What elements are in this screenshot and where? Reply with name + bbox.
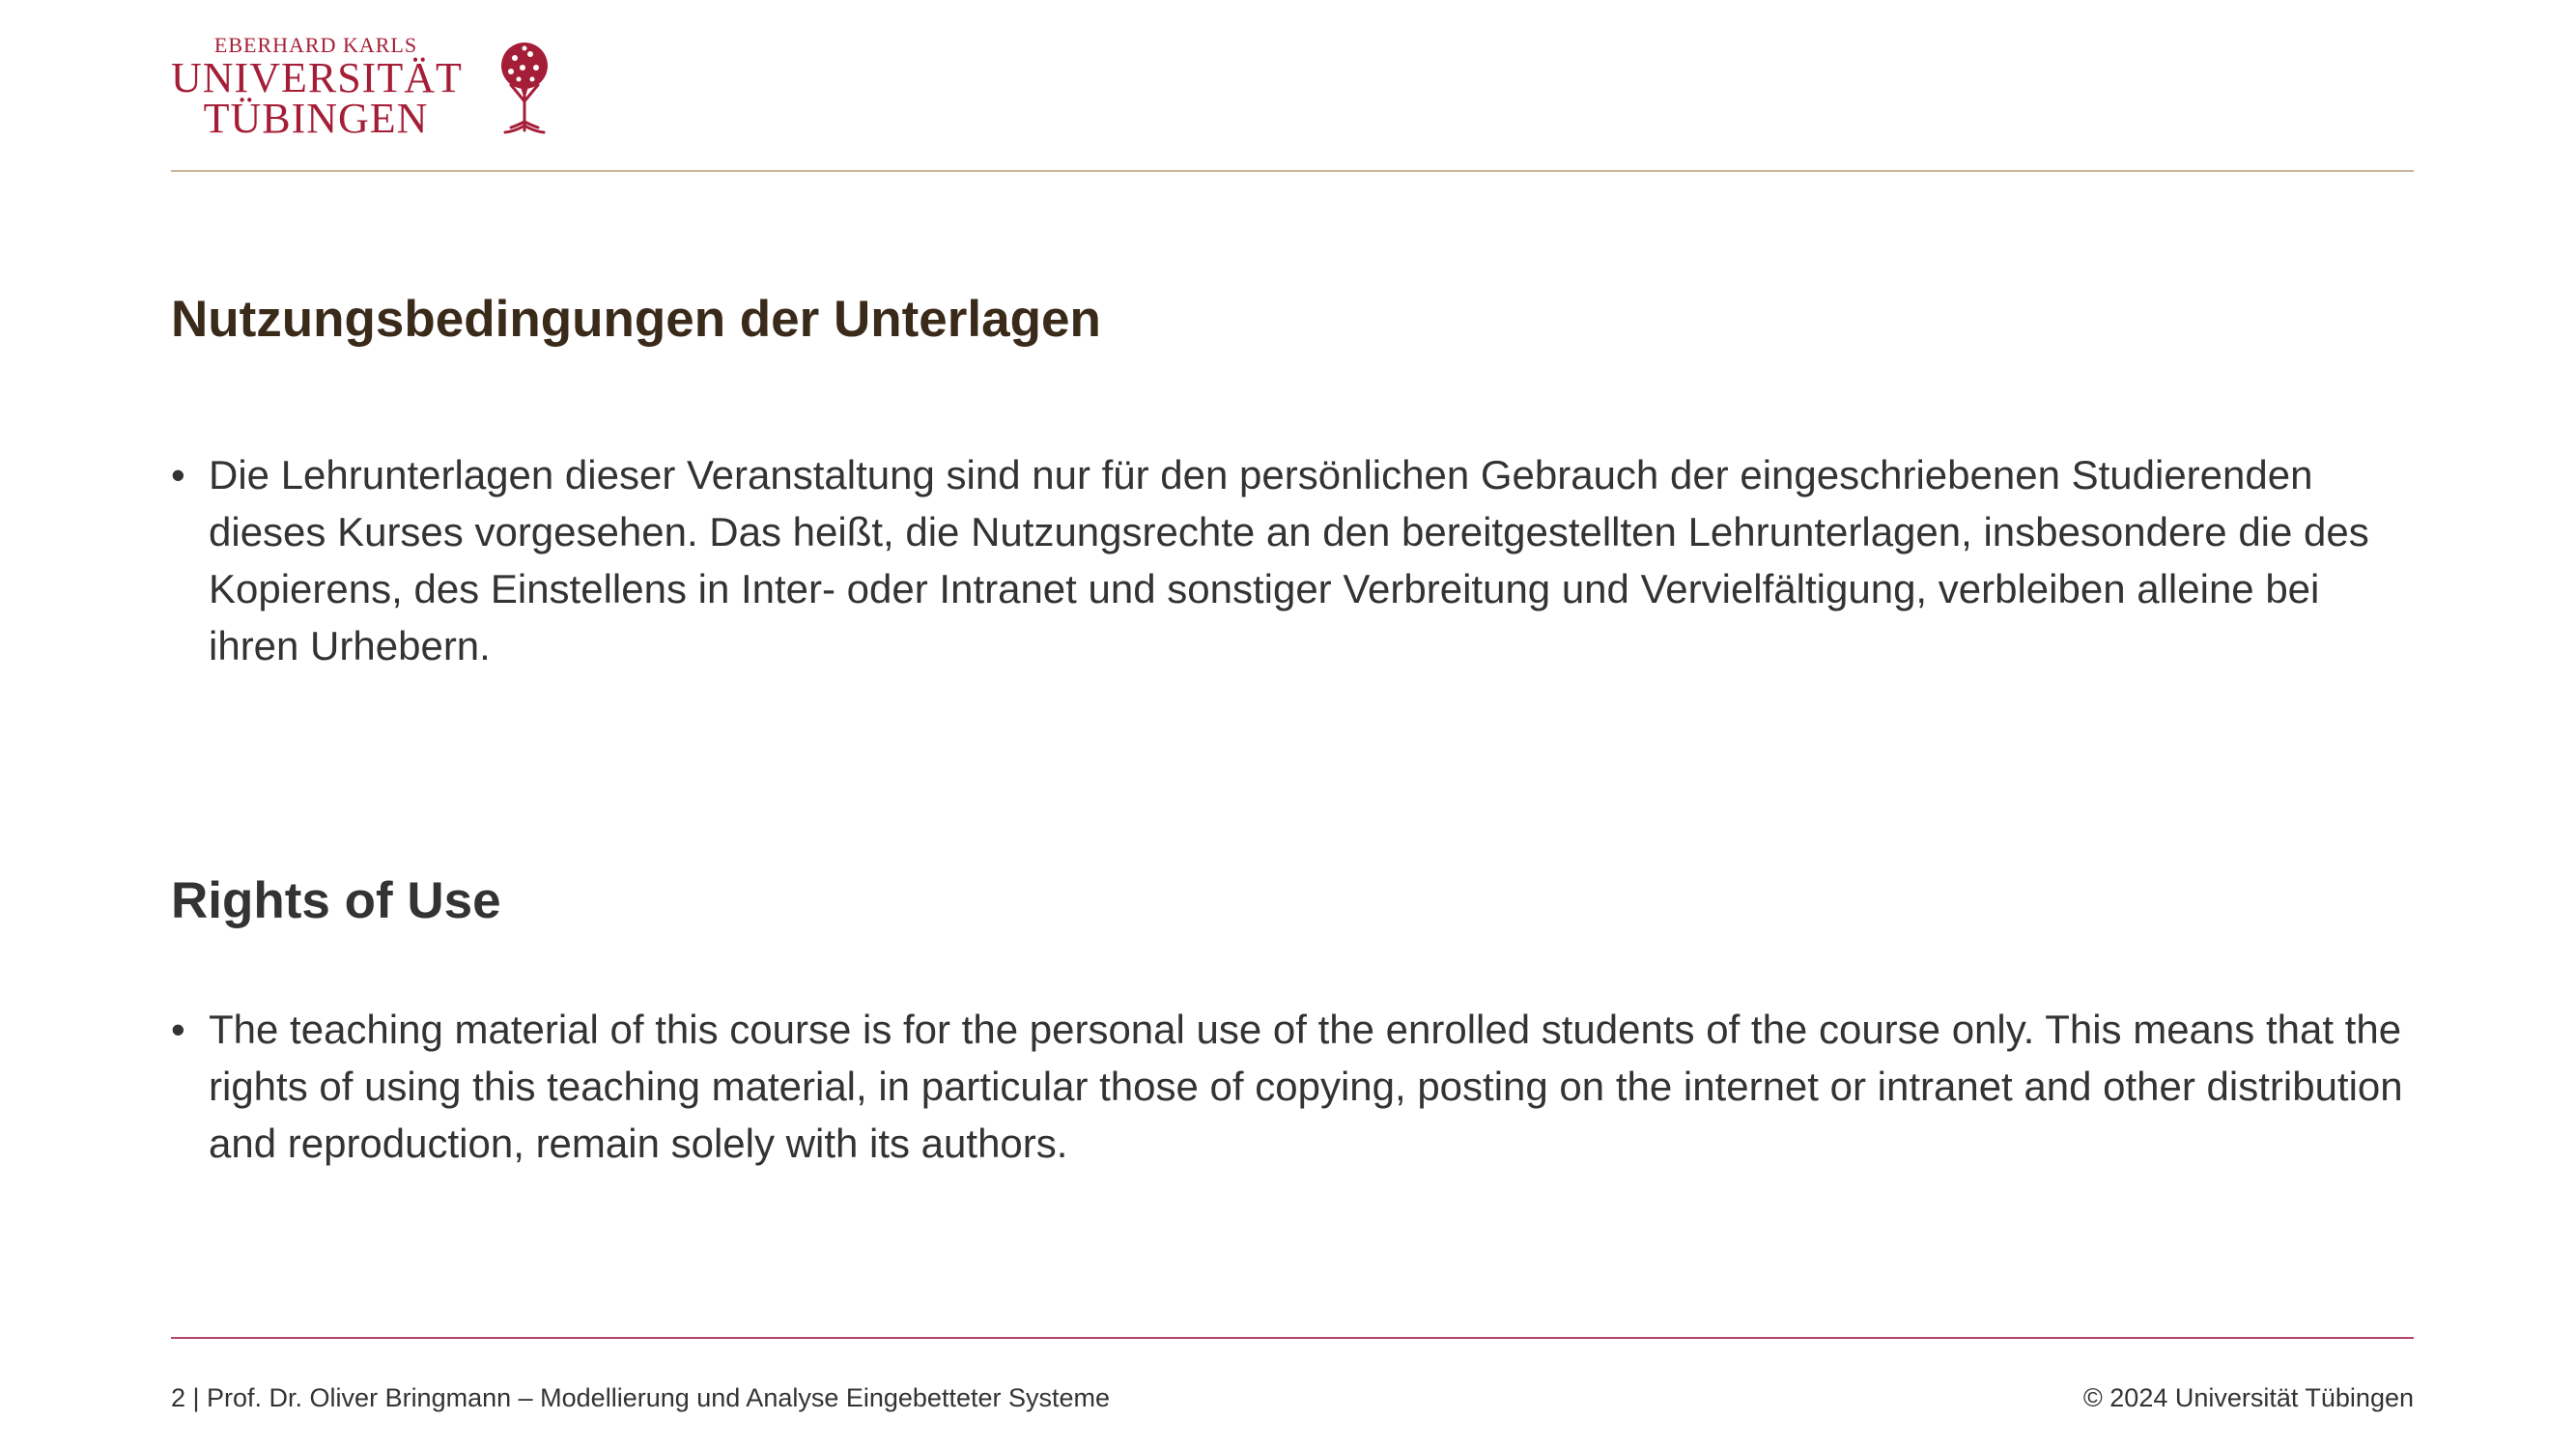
footer-divider	[171, 1337, 2414, 1339]
bullet-mark: •	[171, 452, 185, 497]
tree-icon	[501, 43, 548, 134]
section-title-german: Nutzungsbedingungen der Unterlagen	[171, 291, 1101, 348]
logo-line-2: UNIVERSITÄT	[171, 54, 463, 101]
footer-slide-info: 2 | Prof. Dr. Oliver Bringmann – Modelli…	[171, 1383, 1111, 1412]
bullet-text-german: Die Lehrunterlagen dieser Veranstaltung …	[209, 452, 2369, 668]
header-divider	[171, 170, 2414, 172]
logo-wordmark: EBERHARD KARLS UNIVERSITÄT TÜBINGEN	[171, 33, 463, 142]
bullet-mark: •	[171, 1007, 185, 1052]
footer-copyright: © 2024 Universität Tübingen	[2082, 1383, 2414, 1412]
bullet-text-english: The teaching material of this course is …	[209, 1007, 2403, 1166]
section-title-english: Rights of Use	[171, 872, 501, 929]
bullet-german: • Die Lehrunterlagen dieser Veranstaltun…	[171, 446, 2412, 674]
university-logo: EBERHARD KARLS UNIVERSITÄT TÜBINGEN	[171, 33, 577, 142]
bullet-english: • The teaching material of this course i…	[171, 1001, 2412, 1172]
logo-line-3: TÜBINGEN	[203, 95, 429, 142]
